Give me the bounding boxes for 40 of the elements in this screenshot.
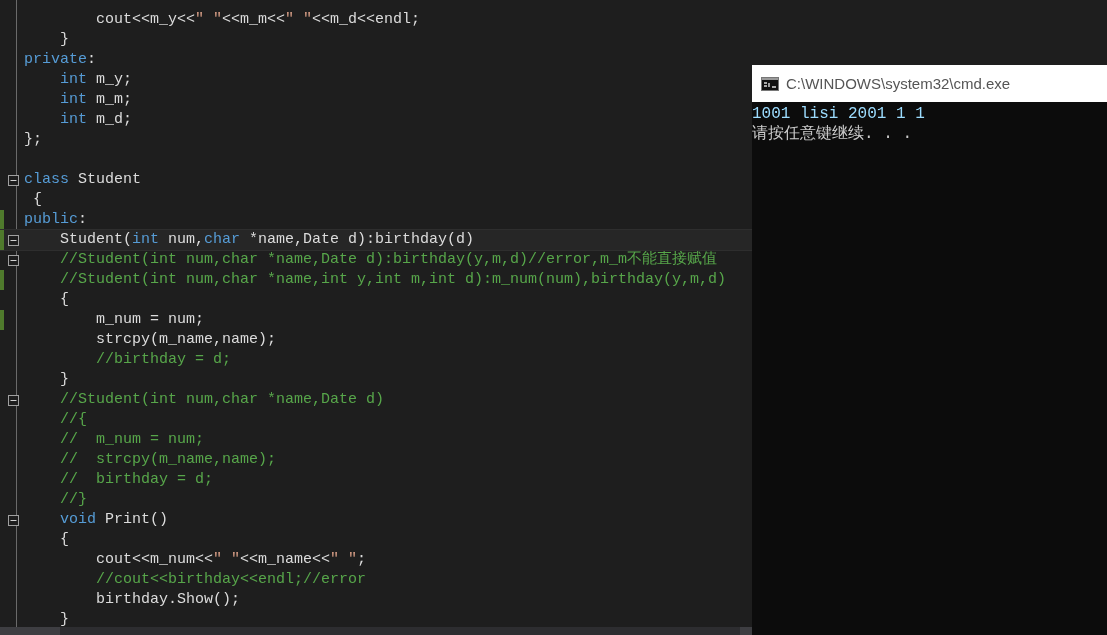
code-line: cout<<m_y<<" "<<m_m<<" "<<m_d<<endl; [96, 11, 421, 28]
code-line: } [60, 31, 69, 48]
code-line: cout<<m_num<<" "<<m_name<<" "; [96, 551, 367, 568]
code-line: //Student(int num,char *name,int y,int m,int d):m_num(num),birthday(y,m,d) [60, 271, 727, 288]
code-line: Student(int num,char *name,Date d):birthday(d) [60, 231, 475, 248]
code-line: { [60, 531, 69, 548]
window-title: C:\WINDOWS\system32\cmd.exe [786, 75, 1011, 92]
code-line: public: [24, 211, 88, 228]
code-line: //{ [60, 411, 87, 428]
code-line: { [60, 291, 69, 308]
code-line: //} [60, 491, 87, 508]
console-output: 请按任意键继续. . . [752, 125, 912, 143]
code-line: m_num = num; [96, 311, 205, 328]
console-icon [761, 76, 779, 91]
code-line: void Print() [60, 511, 169, 528]
code-line: int m_y; [60, 71, 133, 88]
code-line: } [60, 611, 69, 627]
code-line: } [60, 371, 69, 388]
collapse-icon[interactable] [7, 394, 19, 406]
code-line: // strcpy(m_name,name); [60, 451, 277, 468]
code-line: }; [24, 131, 42, 148]
code-line: class Student [24, 171, 142, 188]
collapse-icon[interactable] [7, 234, 19, 246]
code-line: int m_m; [60, 91, 133, 108]
collapse-icon[interactable] [7, 174, 19, 186]
collapse-icon[interactable] [7, 254, 19, 266]
code-line: strcpy(m_name,name); [96, 331, 277, 348]
code-line: //cout<<birthday<<endl;//error [96, 571, 367, 588]
code-line: birthday.Show(); [96, 591, 241, 608]
code-line: //birthday = d; [96, 351, 232, 368]
console-output: 1001 lisi 2001 1 1 [752, 105, 925, 123]
collapse-icon[interactable] [7, 514, 19, 526]
code-line: private: [24, 51, 97, 68]
code-line: // m_num = num; [60, 431, 205, 448]
code-line: //Student(int num,char *name,Date d):birthday(y,m,d)//error,m_m不能直接赋值 [60, 251, 718, 268]
code-line: int m_d; [60, 111, 133, 128]
scrollbar[interactable] [60, 627, 740, 635]
code-line: //Student(int num,char *name,Date d) [60, 391, 385, 408]
code-line: // birthday = d; [60, 471, 214, 488]
code-line: { [32, 191, 42, 208]
